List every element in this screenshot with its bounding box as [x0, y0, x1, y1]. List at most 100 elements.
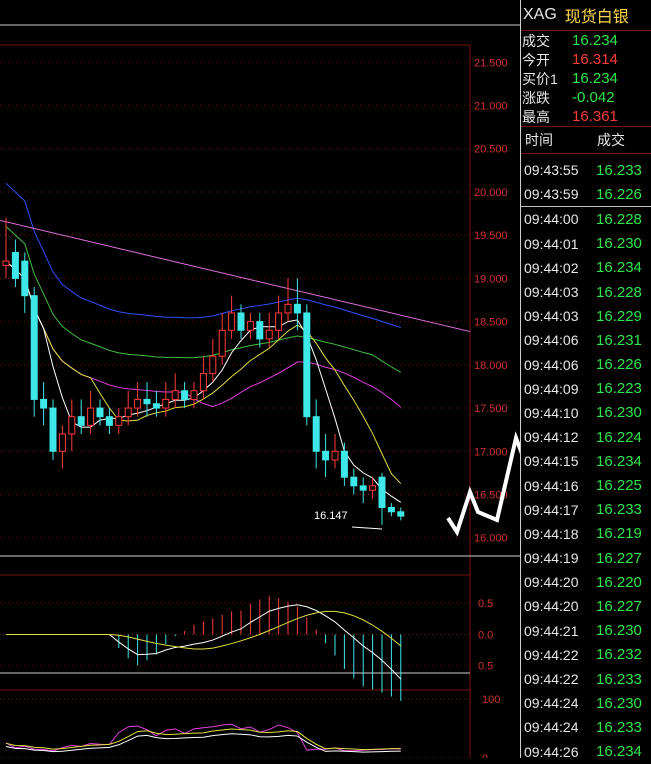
tick-time: 09:44:17: [524, 501, 579, 518]
quote-value: 16.361: [572, 108, 618, 125]
candle-body: [322, 450, 330, 461]
tick-row: 09:44:02 16.234: [521, 256, 651, 280]
candle-body: [275, 312, 283, 331]
price-tick-label: 20.500: [474, 144, 508, 156]
kline-chart-panel[interactable]: 21.500 21.000 20.500 20.000 19.500 19.000 18.5…: [0, 0, 520, 758]
tick-row: 09:44:24 16.233: [521, 715, 651, 739]
candle-body: [265, 329, 273, 340]
candle-body: [359, 485, 367, 491]
tick-list[interactable]: 09:43:55 16.233 09:43:59 16.226 09:44:00 16.2…: [521, 158, 651, 764]
candle-body: [246, 321, 254, 331]
candle-body: [124, 407, 132, 418]
trend-line: [0, 219, 471, 333]
tick-price: 16.228: [596, 210, 642, 228]
tick-time: 09:44:00: [524, 211, 579, 228]
candle-body: [96, 407, 104, 418]
candle-body: [171, 390, 179, 400]
tick-price: 16.223: [596, 380, 642, 398]
tick-row: 09:44:22 16.232: [521, 643, 651, 667]
candle-body: [105, 416, 113, 426]
candle-body: [303, 312, 311, 418]
candle-body: [397, 511, 405, 517]
tick-time: 09:43:59: [524, 186, 579, 203]
tick-time: 09:44:18: [524, 525, 579, 542]
tick-price: 16.233: [596, 718, 642, 736]
kline-chart[interactable]: 21.500 21.000 20.500 20.000 19.500 19.000 18.5…: [0, 0, 520, 758]
tick-time: 09:44:15: [524, 453, 579, 470]
tick-row: 09:44:16 16.225: [521, 473, 651, 497]
price-tick-label: 19.500: [474, 230, 508, 242]
candle-body: [40, 398, 48, 409]
price-tick-label: 21.000: [474, 101, 508, 113]
quote-value: 16.234: [572, 70, 618, 87]
tick-time: 09:44:21: [524, 622, 579, 639]
tick-price: 16.229: [596, 307, 642, 325]
tick-time: 09:44:22: [524, 671, 579, 688]
candle-body: [2, 260, 10, 266]
candle-body: [58, 433, 66, 452]
candle-body: [378, 476, 386, 508]
price-tick-label: 18.000: [474, 360, 508, 372]
candle-body: [256, 321, 264, 340]
candle-body: [387, 506, 395, 513]
quote-label: 买价1: [522, 70, 558, 87]
candle-body: [209, 355, 217, 374]
candle-body: [30, 295, 38, 400]
candle-body: [115, 416, 123, 426]
tick-price: 16.230: [596, 404, 642, 422]
tick-row: 09:44:24 16.230: [521, 691, 651, 715]
tick-price: 16.219: [596, 525, 642, 543]
low-marker-label: 16.147: [314, 510, 348, 522]
tick-row: 09:44:01 16.230: [521, 232, 651, 256]
quote-label: 涨跌: [522, 89, 550, 106]
tick-price: 16.226: [596, 356, 642, 374]
tick-list-header: 时间 成交: [521, 126, 651, 154]
quote-label: 今开: [522, 51, 550, 68]
tick-row: 09:43:55 16.233: [521, 158, 651, 182]
tick-price: 16.232: [596, 646, 642, 664]
tick-price: 16.234: [596, 259, 642, 277]
tick-header-time: 时间: [525, 132, 553, 148]
candle-body: [152, 403, 160, 409]
tick-price: 16.224: [596, 428, 642, 446]
macd-tick-label: 0.5: [478, 661, 493, 673]
tick-price: 16.227: [596, 549, 642, 567]
quote-row: 成交 16.234: [521, 31, 651, 50]
candle-body: [218, 329, 226, 357]
quote-panel: XAG 现货白银 成交 16.234 今开 16.314 买价1 16.234 涨跌 -0.0…: [520, 0, 651, 760]
tick-price: 16.230: [596, 622, 642, 640]
kdj-tick-label: 100: [482, 694, 500, 706]
kdj-tick-label: 0: [482, 753, 488, 758]
tick-price: 16.230: [596, 694, 642, 712]
tick-row: 09:44:09 16.223: [521, 377, 651, 401]
tick-time: 09:44:22: [524, 646, 579, 663]
tick-price: 16.231: [596, 331, 642, 349]
tick-row: 09:44:06 16.231: [521, 328, 651, 352]
tick-row: 09:44:10 16.230: [521, 401, 651, 425]
tick-time: 09:44:03: [524, 308, 579, 325]
tick-row: 09:44:20 16.227: [521, 594, 651, 618]
quote-row: 买价1 16.234: [521, 69, 651, 88]
tick-header-price: 成交: [597, 132, 625, 148]
candle-body: [134, 398, 142, 409]
tick-price: 16.233: [596, 161, 642, 179]
price-tick-label: 20.000: [474, 187, 508, 199]
price-tick-label: 18.500: [474, 317, 508, 329]
symbol-name: 现货白银: [564, 9, 629, 26]
low-marker-line: [351, 526, 383, 530]
tick-time: 09:44:20: [524, 598, 579, 615]
tick-time: 09:44:19: [524, 550, 579, 567]
price-tick-label: 17.000: [474, 446, 508, 458]
tick-price: 16.227: [596, 597, 642, 615]
tick-row: 09:44:19 16.227: [521, 546, 651, 570]
quote-value: 16.234: [572, 32, 618, 49]
tick-row: 09:44:03 16.229: [521, 304, 651, 328]
price-tick-label: 17.500: [474, 403, 508, 415]
tick-price: 16.225: [596, 477, 642, 495]
candle-body: [77, 416, 85, 426]
tick-row: 09:44:21 16.230: [521, 619, 651, 643]
tick-time: 09:44:12: [524, 429, 579, 446]
quote-label: 成交: [522, 32, 550, 49]
tick-time: 09:44:06: [524, 356, 579, 373]
quote-value: -0.042: [572, 89, 615, 106]
